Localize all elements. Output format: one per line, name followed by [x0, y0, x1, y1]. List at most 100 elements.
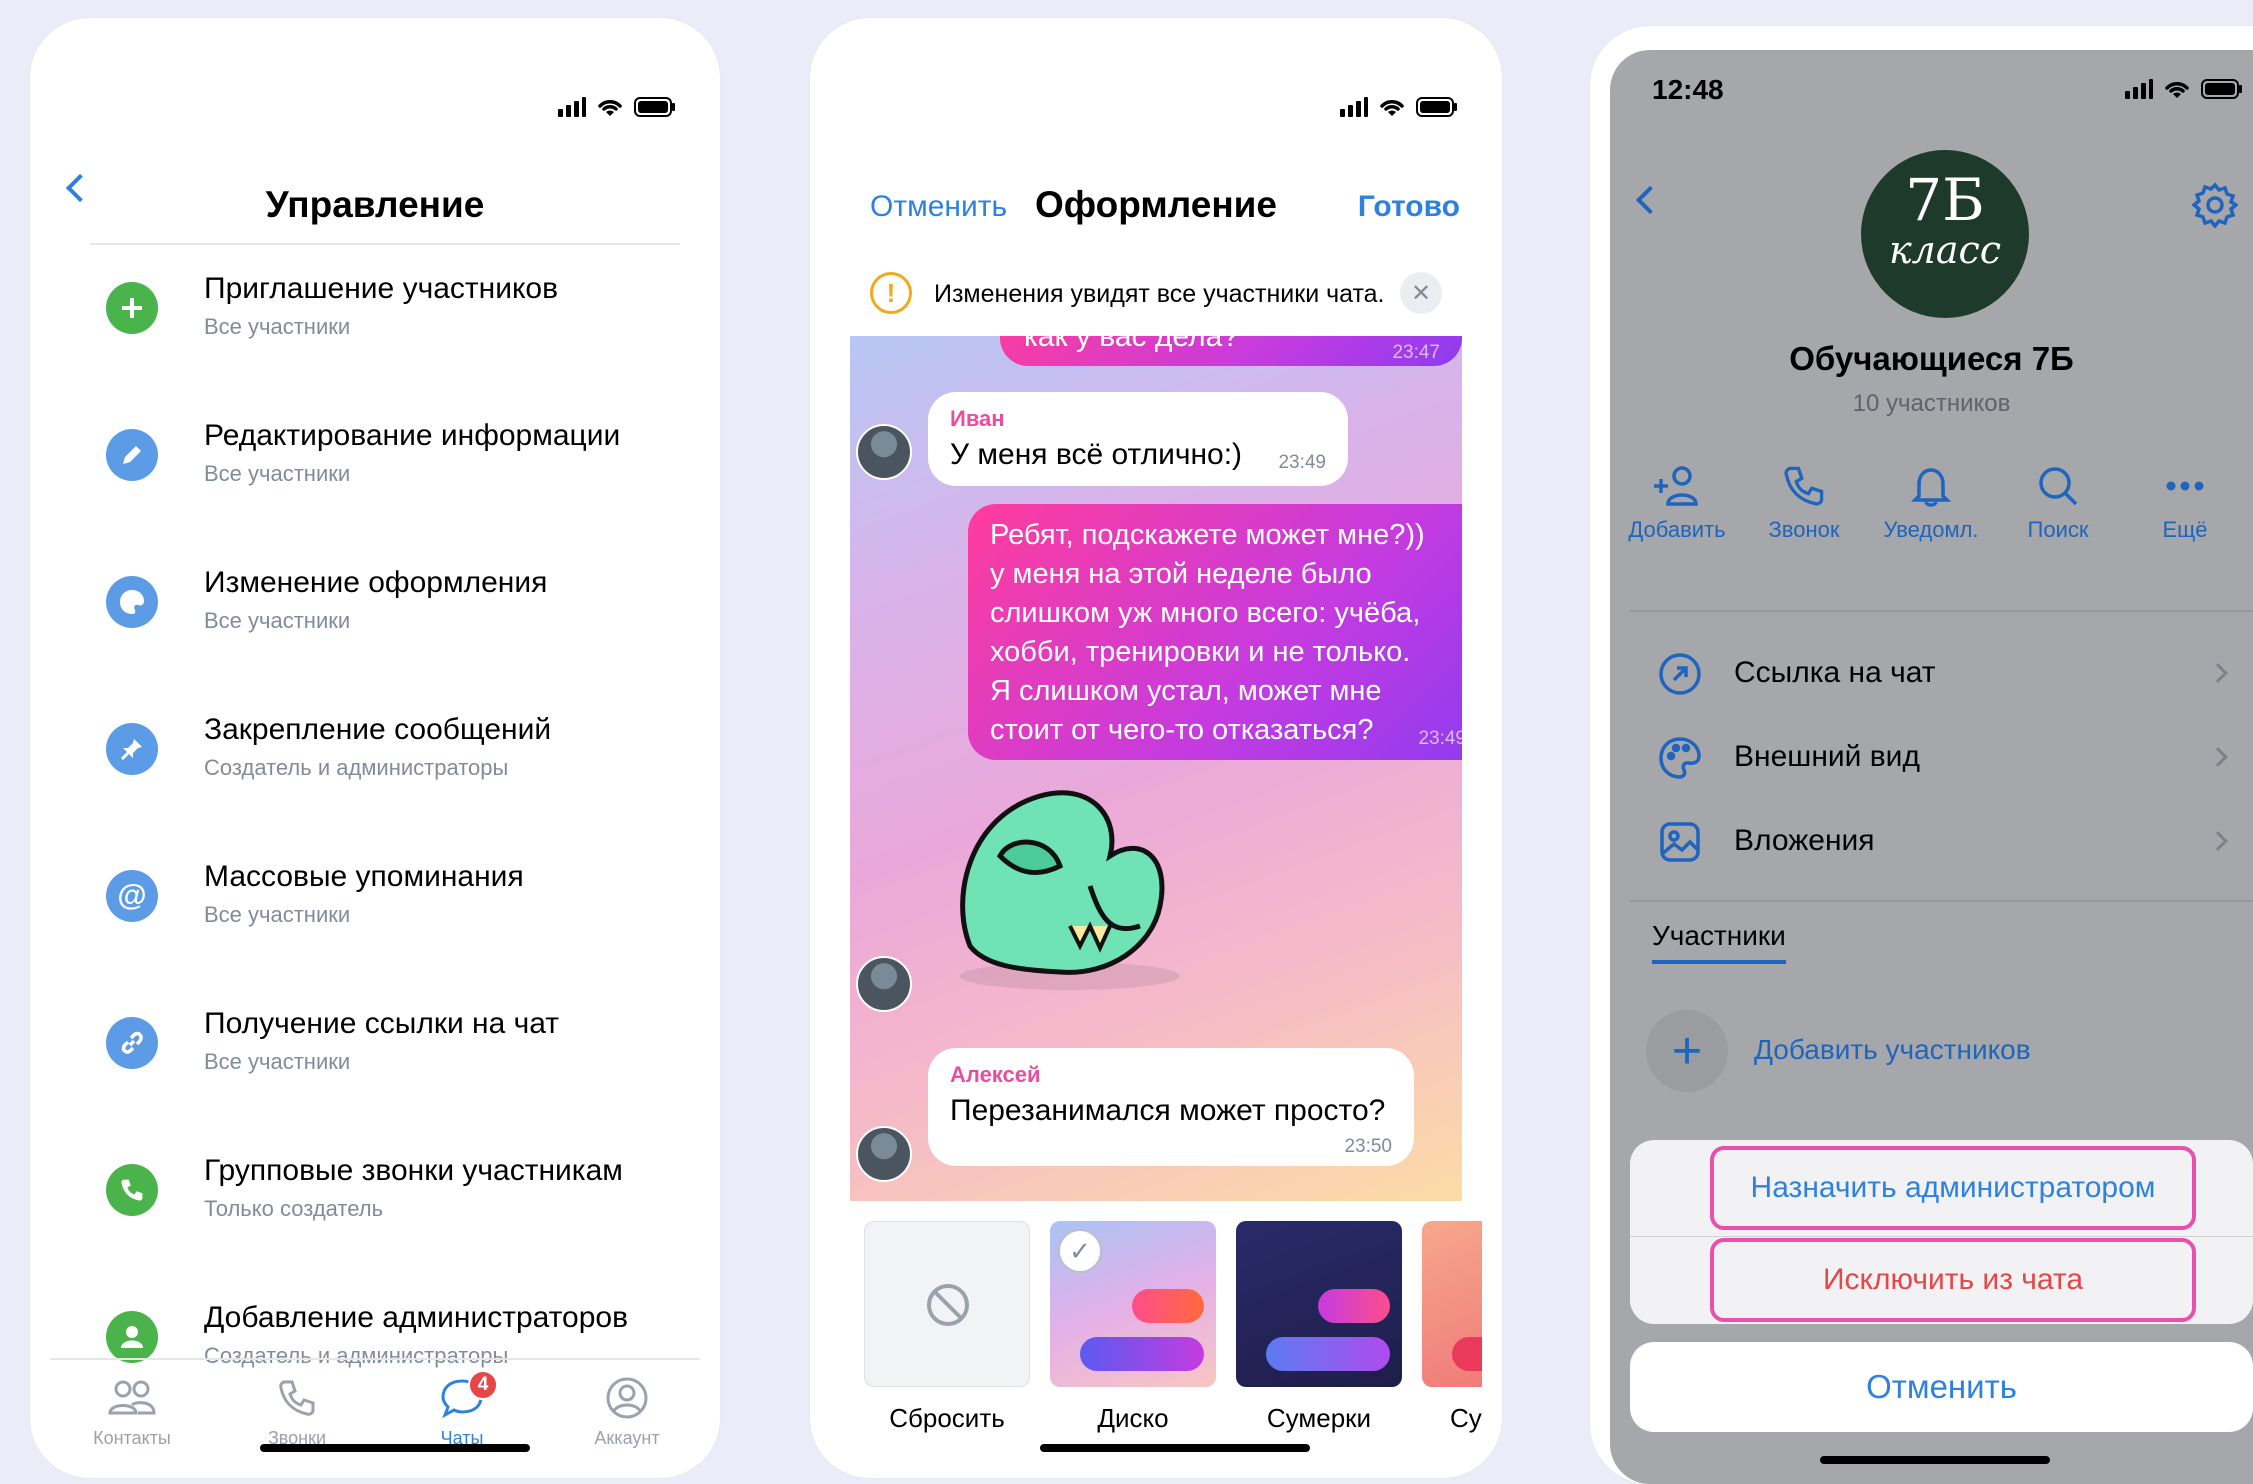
phone-icon [1784, 466, 1824, 506]
warning-text: Изменения увидят все участники чата. [934, 280, 1385, 308]
action-label: Уведомл. [1883, 517, 1979, 542]
permission-row[interactable]: Получение ссылки на чат Все участники [90, 991, 700, 1097]
preview-pill [1452, 1337, 1482, 1371]
wifi-icon [598, 100, 622, 116]
action-label: Ещё [2162, 517, 2208, 542]
permission-subtitle: Все участники [204, 314, 351, 339]
action-call[interactable]: Звонок [1741, 464, 1867, 543]
section-divider [1630, 900, 2253, 902]
chat-preview: как у вас дела? 23:47 Иван У меня всё от… [850, 336, 1462, 1201]
permission-title: Закрепление сообщений [204, 713, 552, 746]
at-icon: @ [106, 870, 158, 922]
menu-attachments[interactable]: Вложения [1630, 798, 2253, 882]
tab-contacts[interactable]: Контакты [62, 1374, 202, 1449]
battery-icon [634, 97, 675, 117]
theme-option-reset[interactable]: Сбросить [864, 1221, 1030, 1434]
search-icon [2039, 467, 2078, 506]
preview-pill [1132, 1289, 1204, 1323]
tab-calls[interactable]: Звонки [227, 1374, 367, 1449]
home-indicator [1040, 1444, 1310, 1452]
signal-icon [2125, 79, 2153, 99]
message-text: Перезанимался может просто? [950, 1094, 1386, 1127]
theme-label: Сбросить [889, 1403, 1005, 1433]
message-bubble: Алексей Перезанимался может просто? 23:5… [928, 1048, 1414, 1166]
back-button[interactable] [1635, 185, 1665, 215]
palette-icon [106, 576, 158, 628]
remove-from-chat-button[interactable]: Исключить из чата [1710, 1238, 2196, 1322]
contacts-icon [62, 1374, 202, 1422]
chevron-right-icon [698, 887, 700, 907]
status-icons [2125, 78, 2243, 100]
tab-label: Контакты [93, 1428, 171, 1448]
chevron-right-icon [698, 1328, 700, 1348]
group-avatar: 7Б класс [1861, 150, 2029, 318]
message-author: Иван [950, 406, 1005, 431]
theme-thumbnail [864, 1221, 1030, 1387]
sheet-cancel-button[interactable]: Отменить [1630, 1342, 2253, 1432]
battery-icon [1416, 97, 1457, 117]
phone-permissions: Управление Приглашение участников Все уча… [30, 18, 720, 1478]
home-indicator [1820, 1456, 2050, 1464]
menu-label: Вложения [1734, 824, 1875, 857]
chevron-right-icon [698, 446, 700, 466]
chevron-right-icon [2208, 663, 2228, 683]
theme-option-partial[interactable]: Сум [1422, 1221, 1482, 1434]
permission-row[interactable]: @ Массовые упоминания Все участники [90, 844, 700, 950]
close-icon[interactable]: ✕ [1400, 272, 1442, 314]
check-icon: ✓ [1058, 1229, 1102, 1273]
status-icons [558, 96, 676, 118]
more-icon [2166, 481, 2204, 491]
tab-chats[interactable]: 4 Чаты [392, 1370, 532, 1449]
message-text: У меня всё отлично:) [950, 438, 1243, 471]
message-text: Ребят, подскажете может мне?)) у меня на … [990, 516, 1425, 750]
permission-title: Приглашение участников [204, 272, 559, 305]
theme-option-twilight[interactable]: Сумерки [1236, 1221, 1402, 1434]
menu-label: Ссылка на чат [1734, 656, 1936, 689]
message-line: у меня на этой неделе было [990, 558, 1372, 590]
message-line: хобби, тренировки и не только. [990, 636, 1411, 668]
permission-row[interactable]: Редактирование информации Все участники [90, 403, 700, 509]
permission-row[interactable]: Групповые звонки участникам Только создат… [90, 1138, 700, 1244]
permission-subtitle: Создатель и администраторы [204, 755, 509, 780]
warning-banner: ! Изменения увидят все участники чата. ✕ [850, 254, 1462, 334]
menu-label: Внешний вид [1734, 740, 1920, 773]
permission-title: Добавление администраторов [204, 1301, 629, 1334]
message-line: Ребят, подскажете может мне?)) [990, 519, 1425, 551]
chat-info-screen: 12:48 7Б класс Обучающиеся 7Б 10 участни… [1610, 50, 2253, 1484]
status-time: 12:48 [1652, 74, 1724, 105]
menu-chat-link[interactable]: Ссылка на чат [1630, 630, 2253, 714]
phone-appearance: Отменить Оформление Готово ! Изменения у… [810, 18, 1502, 1478]
avatar [856, 424, 912, 480]
done-button[interactable]: Готово [1358, 190, 1460, 224]
tab-account[interactable]: Аккаунт [557, 1374, 697, 1449]
permission-row[interactable]: Закрепление сообщений Создатель и админис… [90, 697, 700, 803]
action-notifications[interactable]: Уведомл. [1868, 464, 1994, 543]
avatar-text: класс [1888, 228, 2002, 272]
permission-row[interactable]: Изменение оформления Все участники [90, 550, 700, 656]
message-bubble: как у вас дела? 23:47 [1000, 336, 1462, 366]
add-members-label: Добавить участников [1754, 1034, 2031, 1065]
chevron-right-icon [698, 299, 700, 319]
make-admin-button[interactable]: Назначить администратором [1710, 1146, 2196, 1230]
gear-icon[interactable] [2192, 182, 2238, 228]
chat-icon: 4 [392, 1370, 532, 1422]
action-search[interactable]: Поиск [1995, 464, 2121, 543]
home-indicator [260, 1444, 530, 1452]
chevron-right-icon [698, 740, 700, 760]
theme-label: Сум [1450, 1403, 1482, 1433]
signal-icon [558, 97, 586, 117]
user-icon [106, 1311, 158, 1363]
preview-pill [1318, 1289, 1390, 1323]
link-icon [106, 1017, 158, 1069]
header-divider [90, 243, 680, 245]
chevron-right-icon [2208, 747, 2228, 767]
action-add[interactable]: Добавить [1614, 464, 1740, 543]
warning-icon: ! [870, 272, 912, 314]
action-more[interactable]: Ещё [2122, 464, 2248, 543]
menu-appearance[interactable]: Внешний вид [1630, 714, 2253, 798]
plus-icon: + [1646, 1010, 1728, 1092]
theme-option-disco[interactable]: ✓ Диско [1050, 1221, 1216, 1434]
permission-row[interactable]: Приглашение участников Все участники [90, 256, 700, 362]
tab-members[interactable]: Участники [1652, 920, 1786, 964]
block-icon [927, 1284, 969, 1326]
